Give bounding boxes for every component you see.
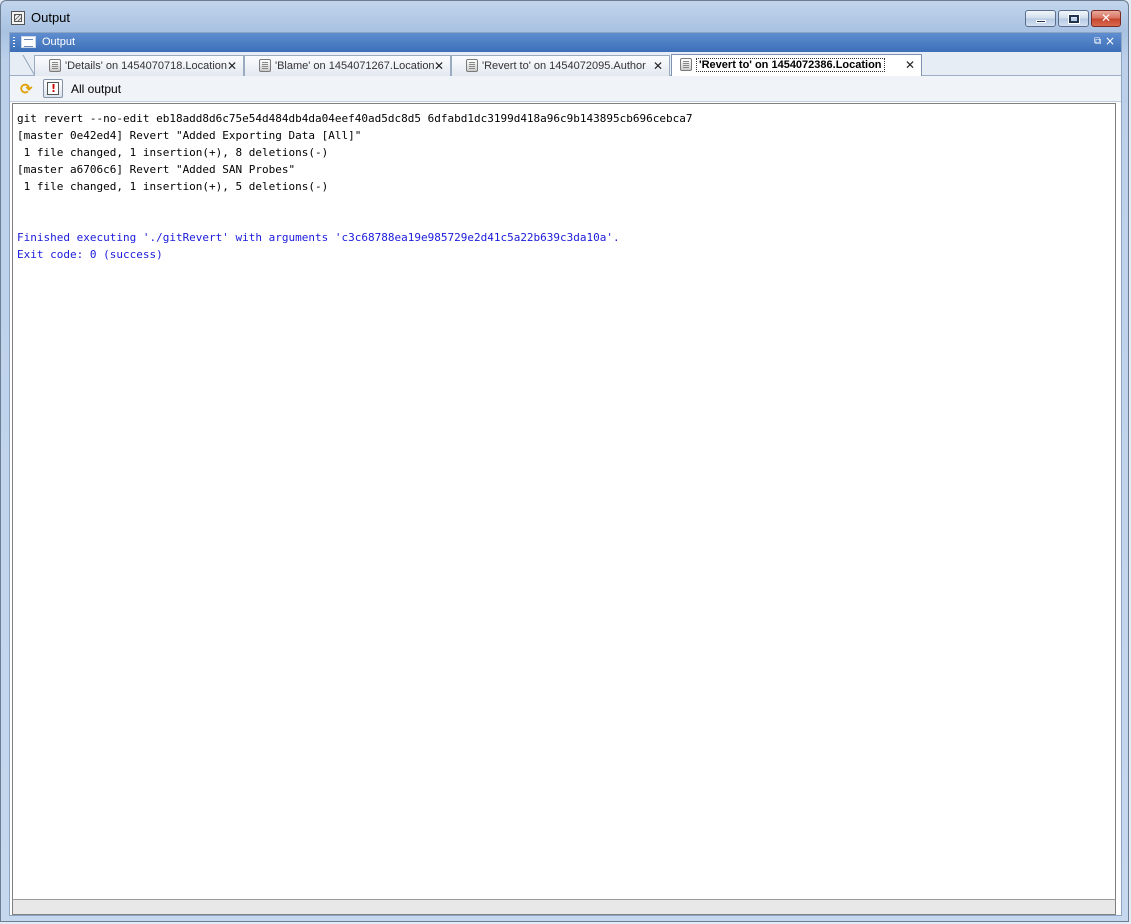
output-window: Output ✕ Output ⧉ × 'Details' on 1454070… [0, 0, 1129, 922]
panel-header[interactable]: Output ⧉ × [10, 33, 1121, 52]
tab-label: 'Details' on 1454070718.Location [65, 60, 227, 72]
window-title: Output [31, 10, 71, 25]
output-panel: Output ⧉ × 'Details' on 1454070718.Locat… [9, 32, 1122, 916]
drag-grip-icon[interactable] [13, 37, 15, 48]
output-line: 1 file changed, 1 insertion(+), 8 deleti… [17, 146, 329, 159]
tab-close-icon[interactable]: ✕ [227, 59, 237, 73]
tab-revert-author[interactable]: 'Revert to' on 1454072095.Author ✕ [451, 55, 670, 76]
tab-details[interactable]: 'Details' on 1454070718.Location ✕ [34, 55, 244, 76]
document-icon [680, 58, 692, 71]
close-panel-icon[interactable]: × [1105, 34, 1115, 48]
output-text-area[interactable]: git revert --no-edit eb18add8d6c75e54d48… [12, 103, 1116, 899]
close-icon: ✕ [1100, 11, 1112, 25]
close-window-button[interactable]: ✕ [1091, 10, 1121, 27]
panel-title: Output [42, 36, 76, 48]
output-panel-icon [21, 36, 36, 48]
tab-label: 'Revert to' on 1454072095.Author [482, 60, 646, 72]
app-icon [11, 11, 25, 25]
tab-close-icon[interactable]: ✕ [653, 59, 663, 73]
tab-blame[interactable]: 'Blame' on 1454071267.Location ✕ [244, 55, 451, 76]
output-line: 1 file changed, 1 insertion(+), 5 deleti… [17, 180, 329, 193]
document-icon [49, 59, 61, 72]
error-icon [47, 82, 59, 95]
refresh-icon[interactable]: ⟳ [20, 81, 36, 97]
filter-label: All output [71, 82, 122, 96]
tab-close-icon[interactable]: ✕ [434, 59, 444, 73]
restore-panel-icon[interactable]: ⧉ [1094, 36, 1101, 47]
tab-label: 'Revert to' on 1454072386.Location [696, 58, 885, 72]
tab-close-icon[interactable]: ✕ [905, 58, 915, 72]
horizontal-scrollbar[interactable] [12, 899, 1116, 915]
output-line: git revert --no-edit eb18add8d6c75e54d48… [17, 112, 693, 125]
output-line: [master a6706c6] Revert "Added SAN Probe… [17, 163, 296, 176]
error-filter-button[interactable] [43, 79, 63, 98]
output-tabs: 'Details' on 1454070718.Location ✕ 'Blam… [10, 52, 1121, 76]
window-titlebar[interactable]: Output ✕ [1, 1, 1130, 31]
output-toolbar: ⟳ All output [10, 76, 1121, 102]
output-line: Finished executing './gitRevert' with ar… [17, 231, 620, 244]
minimize-button[interactable] [1025, 10, 1056, 27]
output-line: Exit code: 0 (success) [17, 248, 163, 261]
document-icon [259, 59, 271, 72]
document-icon [466, 59, 478, 72]
output-line: [master 0e42ed4] Revert "Added Exporting… [17, 129, 362, 142]
tab-revert-location[interactable]: 'Revert to' on 1454072386.Location ✕ [671, 54, 922, 76]
minimize-icon [1026, 11, 1055, 26]
maximize-button[interactable] [1058, 10, 1089, 27]
maximize-icon [1059, 11, 1088, 26]
tab-label: 'Blame' on 1454071267.Location [275, 60, 435, 72]
